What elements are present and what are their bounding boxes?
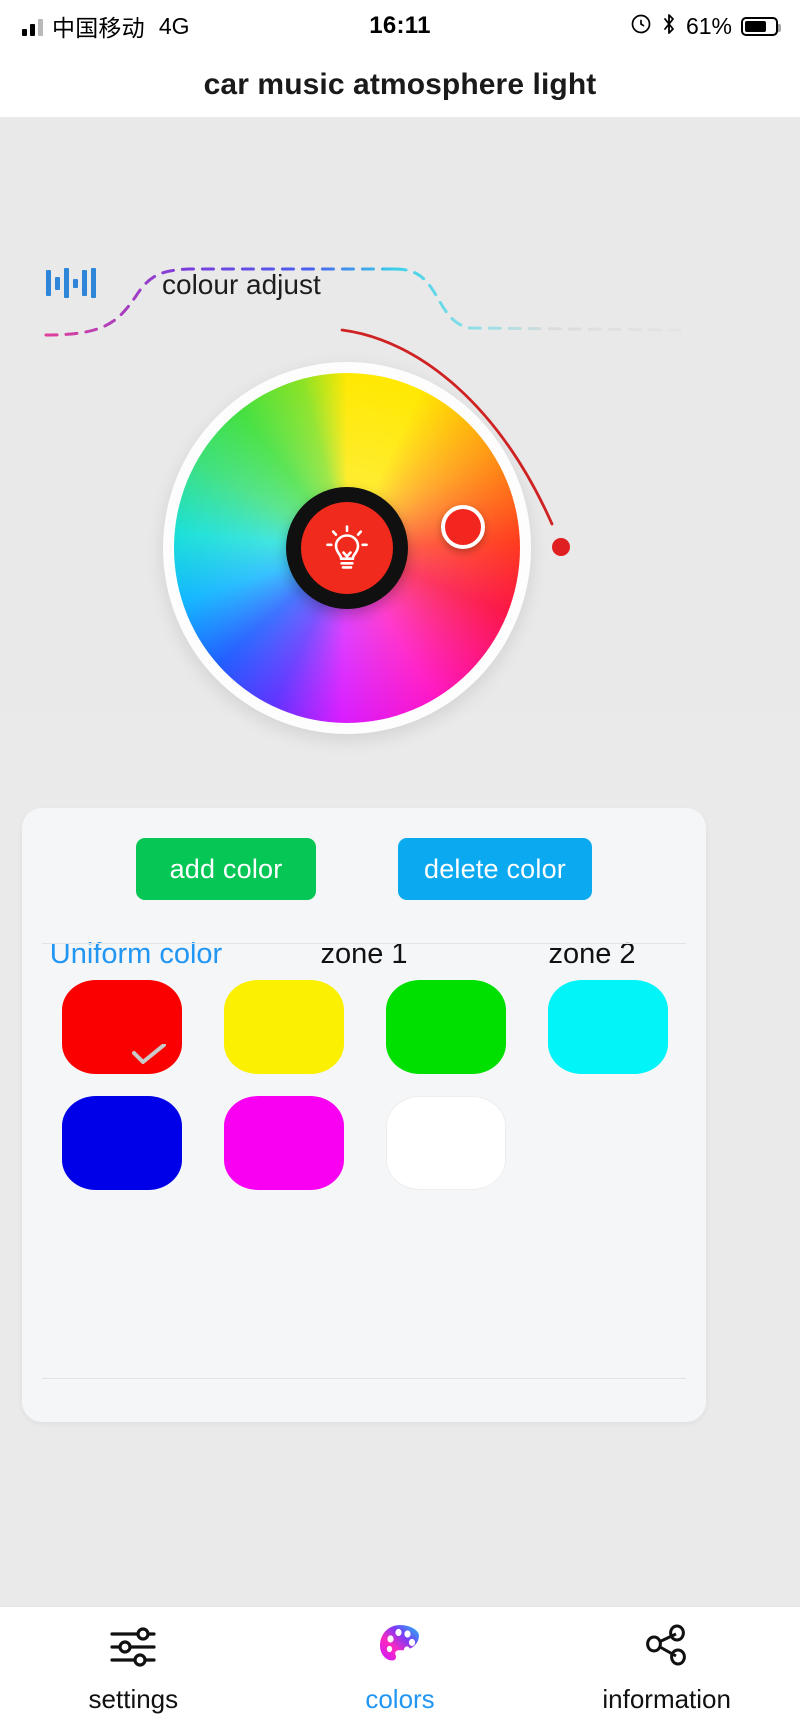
bluetooth-icon — [661, 13, 677, 40]
title-bar: car music atmosphere light — [0, 52, 800, 117]
color-swatch-grid — [62, 980, 670, 1190]
divider-top — [42, 943, 686, 944]
sliders-icon — [108, 1623, 158, 1671]
nav-item-label: settings — [88, 1684, 179, 1714]
color-swatch-red[interactable] — [62, 980, 182, 1074]
app-screen: 中国移动 4G 16:11 61% car music atmosphere l… — [0, 0, 800, 1731]
color-action-buttons: add color delete color — [22, 838, 706, 900]
nav-item-label: information — [602, 1684, 731, 1714]
nav-item-information[interactable]: information — [533, 1607, 800, 1731]
page-title: car music atmosphere light — [203, 67, 597, 101]
brightness-arc-slider[interactable] — [330, 312, 590, 572]
nav-item-label: colors — [365, 1684, 435, 1714]
bottom-navigation: settings colors information — [0, 1606, 800, 1731]
add-color-button[interactable]: add color — [136, 838, 316, 900]
equalizer-icon — [46, 265, 96, 301]
battery-percent-label: 61% — [685, 12, 732, 39]
signal-bars-icon — [22, 16, 43, 36]
rotation-lock-icon — [630, 13, 652, 40]
color-swatch-magenta[interactable] — [224, 1096, 344, 1190]
tab-colour-adjust[interactable]: colour adjust — [162, 269, 321, 301]
brightness-slider-handle — [552, 538, 570, 556]
nav-item-colors[interactable]: colors — [267, 1607, 534, 1731]
color-swatch-blue[interactable] — [62, 1096, 182, 1190]
colors-card: add color delete color Uniform color zon… — [22, 808, 706, 1422]
color-swatch-green[interactable] — [386, 980, 506, 1074]
palette-icon — [377, 1623, 423, 1671]
status-bar-left: 中国移动 4G — [22, 9, 369, 43]
nav-item-settings[interactable]: settings — [0, 1607, 267, 1731]
clock-label: 16:11 — [369, 12, 431, 39]
status-bar: 中国移动 4G 16:11 61% — [0, 0, 800, 52]
network-type-label: 4G — [158, 12, 190, 39]
share-nodes-icon — [643, 1623, 691, 1671]
color-swatch-cyan[interactable] — [548, 980, 668, 1074]
check-icon — [132, 1044, 166, 1064]
battery-icon — [741, 16, 781, 36]
status-bar-right: 61% — [431, 12, 781, 40]
carrier-label: 中国移动 — [52, 15, 145, 41]
delete-color-button[interactable]: delete color — [398, 838, 592, 900]
color-swatch-white[interactable] — [386, 1096, 506, 1190]
divider-bottom — [42, 1378, 686, 1379]
colour-adjust-panel: colour adjust — [0, 117, 800, 734]
color-swatch-yellow[interactable] — [224, 980, 344, 1074]
